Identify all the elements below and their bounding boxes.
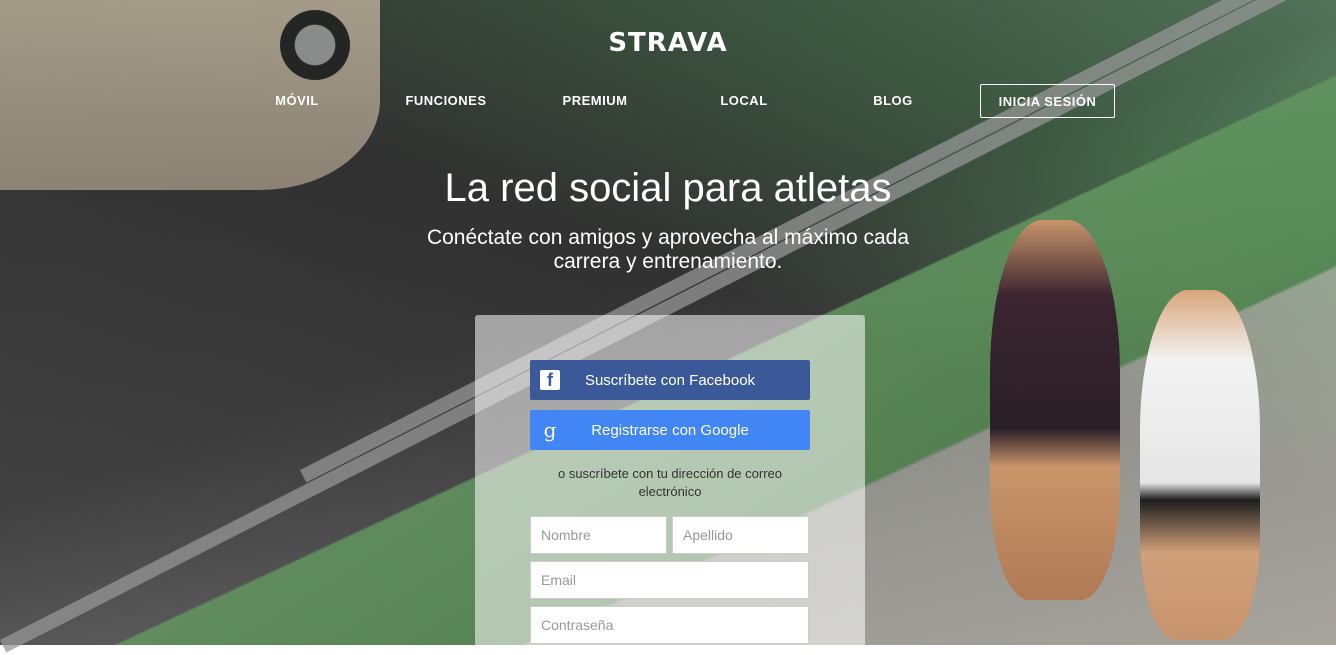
email-signup-hint: o suscríbete con tu dirección de correo … — [557, 466, 782, 499]
facebook-signup-label: Suscríbete con Facebook — [584, 371, 756, 389]
google-signup-label: Registrarse con Google — [591, 421, 749, 439]
nav-item-local[interactable]: LOCAL — [720, 93, 767, 108]
main-nav: MÓVIL FUNCIONES PREMIUM LOCAL BLOG INICI… — [0, 84, 1336, 118]
runner-image — [990, 220, 1120, 600]
nav-item-premium[interactable]: PREMIUM — [563, 93, 628, 108]
page-title: La red social para atletas — [444, 166, 892, 210]
strava-logo[interactable]: STRAVA — [0, 28, 1336, 58]
facebook-icon: f — [540, 370, 560, 390]
runner-image — [1140, 290, 1260, 640]
password-field[interactable] — [530, 606, 809, 644]
nav-item-movil[interactable]: MÓVIL — [275, 93, 319, 108]
page-subtitle: Conéctate con amigos y aprovecha al máxi… — [426, 226, 910, 273]
signup-panel: f Suscríbete con Facebook g Registrarse … — [475, 315, 865, 655]
last-name-field[interactable] — [672, 516, 809, 554]
facebook-signup-button[interactable]: f Suscríbete con Facebook — [530, 360, 810, 400]
first-name-field[interactable] — [530, 516, 667, 554]
nav-item-funciones[interactable]: FUNCIONES — [405, 93, 486, 108]
email-field[interactable] — [530, 561, 809, 599]
google-signup-button[interactable]: g Registrarse con Google — [530, 410, 810, 450]
nav-item-blog[interactable]: BLOG — [873, 93, 913, 108]
login-button[interactable]: INICIA SESIÓN — [980, 84, 1115, 118]
google-icon: g — [543, 418, 557, 442]
